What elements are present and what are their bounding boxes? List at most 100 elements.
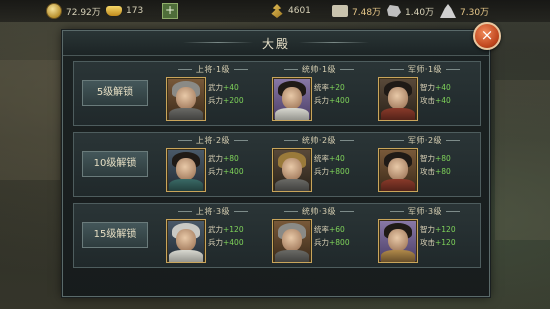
recharge-plus[interactable]: +: [162, 3, 178, 19]
stat-value: +400: [329, 96, 350, 105]
stat-name: 统率: [314, 225, 329, 234]
stat-name: 兵力: [314, 238, 329, 247]
slot-stats: 武力+40 兵力+200: [208, 81, 244, 107]
general-portrait[interactable]: [166, 148, 206, 192]
tier-unlock-label: 10级解锁: [82, 151, 148, 177]
stat-value: +40: [223, 83, 239, 92]
stat-value: +200: [223, 96, 244, 105]
tier-row-3: 15级解锁 上将·3级 武力+120 兵力+400 统帅·3级 统率+60 兵力…: [73, 203, 481, 268]
stat-value: +20: [329, 83, 345, 92]
stone-icon: [387, 5, 401, 17]
slot-strategist[interactable]: 军师·2级 智力+80 攻击+80: [370, 133, 480, 196]
slot-stats: 武力+80 兵力+400: [208, 152, 244, 178]
iron-icon: [440, 4, 456, 18]
panel-title: 大殿: [261, 37, 290, 51]
stat-name: 统率: [314, 154, 329, 163]
close-icon[interactable]: ×: [481, 26, 494, 44]
slot-title: 统帅·3级: [264, 206, 374, 217]
hall-panel: 大殿 5级解锁 上将·1级 武力+40 兵力+200 统帅·1级 统率+20 兵…: [62, 30, 490, 297]
plus-icon[interactable]: +: [162, 3, 178, 19]
slot-stats: 统率+20 兵力+400: [314, 81, 350, 107]
stat-name: 智力: [420, 225, 435, 234]
stat-name: 武力: [208, 225, 223, 234]
slot-general[interactable]: 上将·3级 武力+120 兵力+400: [158, 204, 268, 267]
background-scenery-right: [495, 80, 550, 240]
title-ornament-right: [299, 42, 369, 43]
background-scenery-left: [0, 60, 60, 180]
slot-commander[interactable]: 统帅·2级 统率+40 兵力+800: [264, 133, 374, 196]
slot-title: 统帅·2级: [264, 135, 374, 146]
slot-title: 军师·3级: [370, 206, 480, 217]
tier-row-2: 10级解锁 上将·2级 武力+80 兵力+400 统帅·2级 统率+40 兵力+…: [73, 132, 481, 197]
slot-general[interactable]: 上将·2级 武力+80 兵力+400: [158, 133, 268, 196]
stat-value: +40: [435, 83, 451, 92]
food-resource: 4601: [270, 3, 311, 19]
armor: [275, 179, 309, 191]
iron-resource: 7.30万: [440, 3, 489, 19]
stat-value: +800: [329, 238, 350, 247]
stat-name: 攻击: [420, 167, 435, 176]
stat-name: 智力: [420, 154, 435, 163]
slot-commander[interactable]: 统帅·3级 统率+60 兵力+800: [264, 204, 374, 267]
face: [176, 87, 196, 109]
face: [176, 229, 196, 251]
stat-value: +120: [435, 225, 456, 234]
panel-title-bar: 大殿: [63, 31, 489, 56]
face: [176, 158, 196, 180]
ingot-value: 173: [126, 6, 144, 16]
commander-portrait[interactable]: [272, 219, 312, 263]
stat-value: +40: [329, 154, 345, 163]
stat-name: 兵力: [208, 167, 223, 176]
general-portrait[interactable]: [166, 219, 206, 263]
robe: [275, 108, 309, 120]
close-button[interactable]: ×: [473, 22, 501, 50]
wood-value: 7.48万: [352, 7, 382, 18]
stat-name: 兵力: [208, 238, 223, 247]
stat-value: +80: [435, 154, 451, 163]
tier-unlock-label: 5级解锁: [82, 80, 148, 106]
robe: [381, 108, 415, 120]
general-portrait[interactable]: [166, 77, 206, 121]
slot-general[interactable]: 上将·1级 武力+40 兵力+200: [158, 62, 268, 125]
food-icon: [271, 4, 283, 18]
armor: [169, 250, 203, 262]
commander-portrait[interactable]: [272, 77, 312, 121]
stat-name: 攻击: [420, 238, 435, 247]
armor: [169, 179, 203, 191]
stat-name: 兵力: [314, 96, 329, 105]
slot-title: 军师·2级: [370, 135, 480, 146]
food-value: 4601: [288, 6, 311, 16]
slot-stats: 统率+60 兵力+800: [314, 223, 350, 249]
strategist-portrait[interactable]: [378, 219, 418, 263]
face: [282, 87, 302, 109]
wood-resource: 7.48万: [332, 3, 381, 19]
strategist-portrait[interactable]: [378, 77, 418, 121]
slot-strategist[interactable]: 军师·3级 智力+120 攻击+120: [370, 204, 480, 267]
tier-unlock-label: 15级解锁: [82, 222, 148, 248]
stone-value: 1.40万: [405, 7, 435, 18]
stat-value: +60: [329, 225, 345, 234]
armor: [275, 250, 309, 262]
coin-value: 72.92万: [66, 7, 101, 18]
stat-value: +400: [223, 238, 244, 247]
game-screen: 72.92万 173 + 4601 7.48万 1.40万 7.30万 大殿 5…: [0, 0, 550, 309]
wood-icon: [332, 5, 348, 17]
robe: [381, 179, 415, 191]
slot-title: 军师·1级: [370, 64, 480, 75]
face: [388, 87, 408, 109]
strategist-portrait[interactable]: [378, 148, 418, 192]
ingot-resource: 173: [106, 3, 143, 19]
commander-portrait[interactable]: [272, 148, 312, 192]
slot-stats: 武力+120 兵力+400: [208, 223, 244, 249]
slot-stats: 统率+40 兵力+800: [314, 152, 350, 178]
slot-commander[interactable]: 统帅·1级 统率+20 兵力+400: [264, 62, 374, 125]
face: [388, 229, 408, 251]
armor: [169, 108, 203, 120]
stat-value: +80: [223, 154, 239, 163]
face: [282, 158, 302, 180]
slot-strategist[interactable]: 军师·1级 智力+40 攻击+40: [370, 62, 480, 125]
stat-name: 武力: [208, 83, 223, 92]
resource-bar: 72.92万 173 + 4601 7.48万 1.40万 7.30万: [0, 0, 550, 22]
robe: [381, 250, 415, 262]
stone-resource: 1.40万: [387, 3, 434, 19]
